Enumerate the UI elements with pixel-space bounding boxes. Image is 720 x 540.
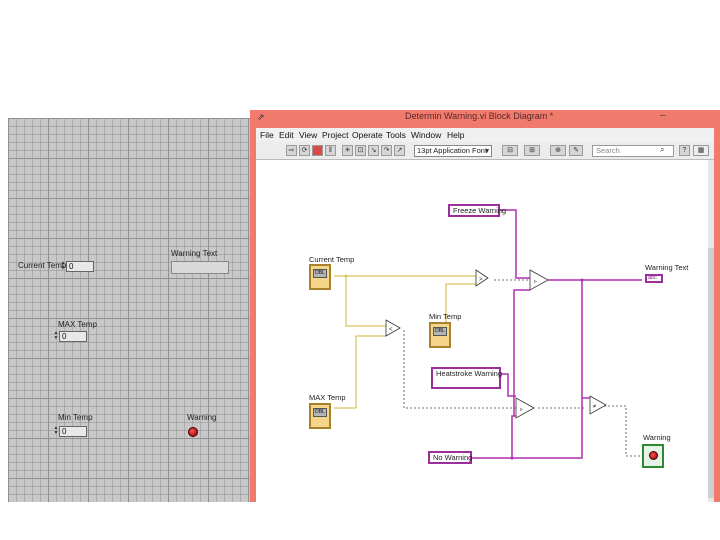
warning-text-terminal[interactable]: abc <box>645 274 663 283</box>
svg-text:>: > <box>479 277 483 283</box>
warning-terminal[interactable] <box>642 444 664 468</box>
current-temp-input[interactable]: 0 <box>66 261 94 272</box>
scrollbar-thumb[interactable] <box>708 248 714 498</box>
dbl-type-icon: DBL <box>313 269 327 278</box>
wire-no-warning <box>470 415 516 459</box>
min-temp-terminal[interactable]: DBL <box>429 322 451 348</box>
min-temp-input[interactable]: 0 <box>59 426 87 437</box>
warning-text-indicator <box>171 261 229 274</box>
highlight-execution-icon[interactable]: ☀ <box>342 145 353 156</box>
front-panel: Current Temp ▲ ▼ 0 Warning Text MAX Temp … <box>8 118 250 502</box>
heatstroke-warning-constant[interactable]: Heatstroke Warning <box>431 367 502 389</box>
window-title: Determin Warning.vi Block Diagram * <box>405 111 554 121</box>
help-icon[interactable]: ? <box>679 145 690 156</box>
font-select-value: 13pt Application Font <box>417 146 488 155</box>
led-icon <box>649 451 658 460</box>
minimize-button[interactable]: – <box>660 110 666 121</box>
run-continuous-icon[interactable]: ⟳ <box>299 145 310 156</box>
menu-view[interactable]: View <box>299 130 317 140</box>
min-temp-terminal-label: Min Temp <box>429 312 462 321</box>
wire-warning-text-branch <box>512 280 583 459</box>
block-diagram-canvas: > < ▹ ▹ ≠ Freeze Warning Current Temp DB… <box>256 160 708 502</box>
font-select[interactable]: 13pt Application Font ▾ <box>414 145 492 157</box>
wire-current-temp-to-compare <box>345 276 386 327</box>
menu-window[interactable]: Window <box>411 130 441 140</box>
svg-text:▹: ▹ <box>520 407 523 413</box>
svg-text:<: < <box>389 327 393 333</box>
select-node-2 <box>515 397 535 419</box>
menu-tools[interactable]: Tools <box>386 130 406 140</box>
function-nodes <box>385 269 607 419</box>
menu-edit[interactable]: Edit <box>279 130 294 140</box>
warning-led <box>188 427 198 437</box>
run-arrow-icon[interactable]: ⇨ <box>286 145 297 156</box>
abort-icon[interactable] <box>312 145 323 156</box>
string-wires <box>470 209 642 459</box>
menu-help[interactable]: Help <box>447 130 464 140</box>
max-temp-input[interactable]: 0 <box>59 331 87 342</box>
pause-icon[interactable]: ‖ <box>325 145 336 156</box>
warning-terminal-label: Warning <box>643 433 671 442</box>
current-temp-terminal[interactable]: DBL <box>309 264 331 290</box>
vertical-scrollbar[interactable] <box>708 160 714 502</box>
chevron-down-icon: ▾ <box>485 146 489 155</box>
align-icon[interactable]: ⊟ <box>502 145 518 156</box>
freeze-warning-constant[interactable]: Freeze Warning <box>448 204 506 217</box>
warning-text-terminal-label: Warning Text <box>645 263 689 272</box>
labview-icon: ⇗ <box>257 112 265 122</box>
search-icon[interactable]: ⌕ <box>660 145 664 155</box>
no-warning-constant[interactable]: No Warning <box>428 451 472 464</box>
wire-to-warning <box>604 405 640 457</box>
current-temp-terminal-label: Current Temp <box>309 255 355 264</box>
menu-file[interactable]: File <box>260 130 274 140</box>
warning-text-label: Warning Text <box>171 249 218 258</box>
max-temp-terminal-label: MAX Temp <box>309 393 346 402</box>
min-temp-label: Min Temp <box>58 413 93 422</box>
wire-junction-current-temp <box>344 274 348 278</box>
dbl-type-icon: DBL <box>313 408 327 417</box>
menu-bar: File Edit View Project Operate Tools Win… <box>256 128 714 142</box>
wire-freeze-warning <box>500 209 530 279</box>
toolbar: ⇨ ⟳ ‖ ☀ ⊡ ↘ ↷ ↗ 13pt Application Font ▾ ⊟… <box>256 142 714 160</box>
step-over-icon[interactable]: ↷ <box>381 145 392 156</box>
retain-wire-values-icon[interactable]: ⊡ <box>355 145 366 156</box>
menu-operate[interactable]: Operate <box>352 130 383 140</box>
wire-select2-to-select1 <box>513 289 530 416</box>
menu-project[interactable]: Project <box>322 130 348 140</box>
wire-junctions <box>510 278 584 460</box>
step-into-icon[interactable]: ↘ <box>368 145 379 156</box>
distribute-icon[interactable]: ⊞ <box>524 145 540 156</box>
node-glyphs: > < ▹ ▹ ≠ <box>389 277 597 413</box>
select-node-1 <box>529 269 549 291</box>
step-out-icon[interactable]: ↗ <box>394 145 405 156</box>
cleanup-icon[interactable]: ✎ <box>569 145 583 156</box>
svg-text:▹: ▹ <box>534 279 537 285</box>
warning-led-label: Warning <box>187 413 217 422</box>
vi-icon: ▦ <box>693 145 709 156</box>
wire-max-temp <box>355 335 386 408</box>
dbl-type-icon: DBL <box>433 327 447 336</box>
reorder-icon[interactable]: ⊕ <box>550 145 566 156</box>
max-temp-terminal[interactable]: DBL <box>309 403 331 429</box>
max-temp-label: MAX Temp <box>58 320 97 329</box>
